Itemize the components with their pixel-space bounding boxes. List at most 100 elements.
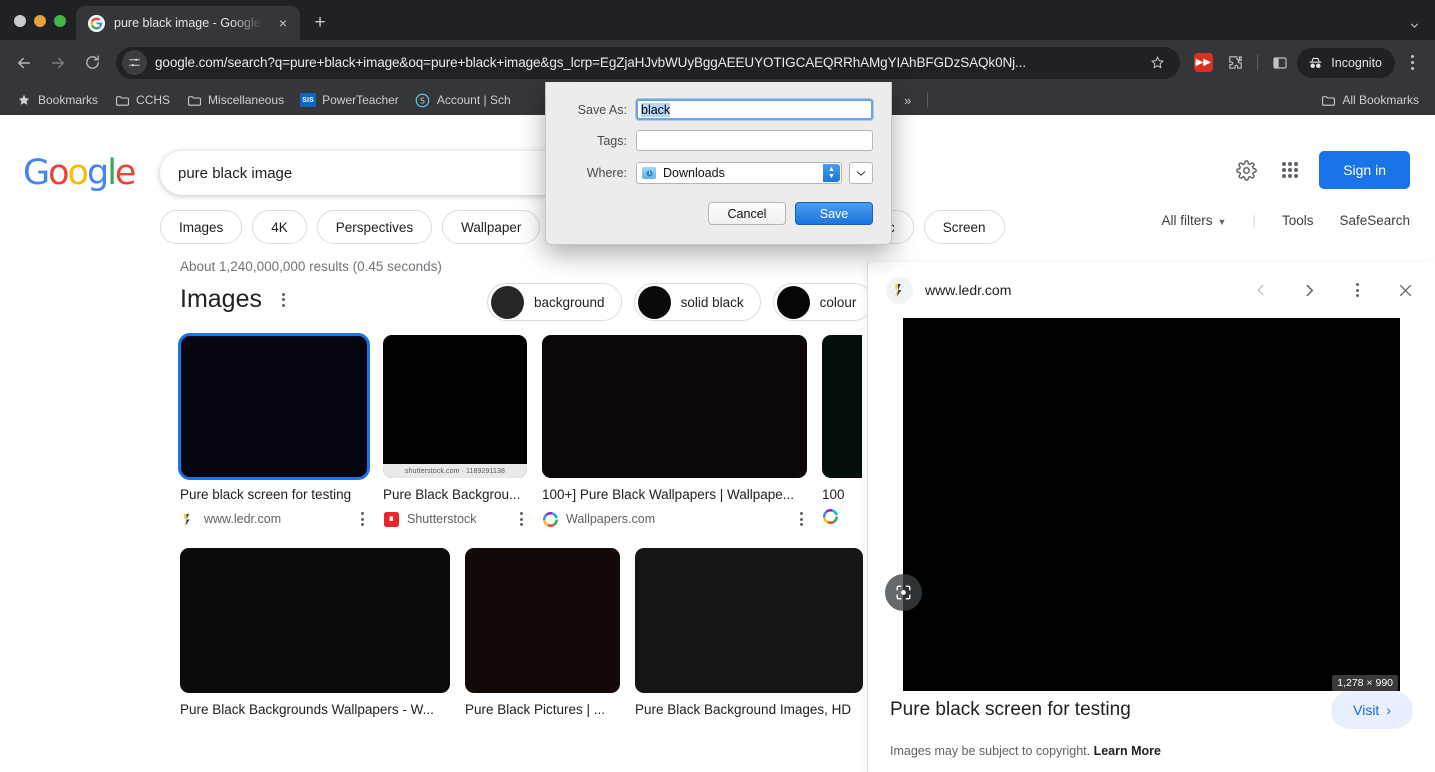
sis-badge-text: SIS xyxy=(300,93,316,107)
folder-icon xyxy=(114,92,130,108)
logo-letter: l xyxy=(107,153,115,193)
preview-menu-button[interactable] xyxy=(1339,272,1375,308)
incognito-icon xyxy=(1307,56,1324,70)
refine-label: solid black xyxy=(681,295,744,310)
gear-icon[interactable] xyxy=(1231,155,1261,185)
image-preview-panel: www.ledr.com 1,278 × 990 xyxy=(867,262,1435,772)
folder-icon xyxy=(186,92,202,108)
image-result-card[interactable]: Pure Black Pictures | ... xyxy=(465,548,620,717)
browser-tab[interactable]: pure black image - Google Se × xyxy=(76,6,300,40)
preview-image[interactable]: 1,278 × 990 xyxy=(903,318,1400,691)
bookmarks-overflow-button[interactable]: » xyxy=(896,93,919,108)
image-card-menu-icon[interactable] xyxy=(516,508,527,530)
images-section-menu-icon[interactable] xyxy=(278,289,289,311)
image-thumbnail[interactable] xyxy=(542,335,807,478)
image-result-card[interactable]: 100+] Pure Black Wallpapers | Wallpape..… xyxy=(542,335,807,530)
tags-label: Tags: xyxy=(564,134,636,148)
image-card-menu-icon[interactable] xyxy=(796,508,807,530)
shutterstock-icon xyxy=(383,511,399,527)
refine-chip-background[interactable]: background xyxy=(487,283,622,321)
maximize-window-button[interactable] xyxy=(54,15,66,27)
site-settings-icon[interactable] xyxy=(122,50,147,75)
image-result-card[interactable]: Pure Black Backgrounds Wallpapers - W... xyxy=(180,548,450,717)
three-dot-menu-icon[interactable] xyxy=(1397,48,1427,78)
preview-title: Pure black screen for testing xyxy=(890,699,1317,721)
folder-icon xyxy=(642,167,656,179)
bookmark-item-bookmarks[interactable]: Bookmarks xyxy=(8,89,106,111)
tools-button[interactable]: Tools xyxy=(1282,213,1314,228)
all-filters-label: All filters xyxy=(1161,213,1212,228)
reload-button[interactable] xyxy=(76,47,108,79)
where-select[interactable]: Downloads ▲▼ xyxy=(636,162,842,184)
image-caption: 100+] Pure Black Wallpapers | Wallpape..… xyxy=(542,487,807,502)
incognito-indicator[interactable]: Incognito xyxy=(1297,48,1395,78)
save-as-input[interactable]: black xyxy=(636,99,873,120)
all-filters-button[interactable]: All filters ▼ xyxy=(1161,213,1226,228)
browser-toolbar: google.com/search?q=pure+black+image&oq=… xyxy=(0,40,1435,85)
image-result-card[interactable]: Pure black screen for testing www.ledr.c… xyxy=(180,335,368,530)
refine-swatch xyxy=(491,286,524,319)
preview-copyright-notice: Images may be subject to copyright. Lear… xyxy=(890,744,1413,758)
logo-letter: o xyxy=(48,153,67,193)
image-result-card[interactable]: Pure Black Background Images, HD xyxy=(635,548,863,717)
preview-next-button[interactable] xyxy=(1291,272,1327,308)
save-button[interactable]: Save xyxy=(795,202,873,225)
chevron-down-icon: ▼ xyxy=(1218,217,1227,227)
image-thumbnail[interactable] xyxy=(180,548,450,693)
chevron-right-icon: › xyxy=(1386,702,1391,718)
refine-chip-solid-black[interactable]: solid black xyxy=(634,283,761,321)
sign-in-button[interactable]: Sign in xyxy=(1319,151,1410,189)
extension-red-badge: ▶▶ xyxy=(1194,53,1213,72)
image-result-card[interactable]: shutterstock.com · 1189291138 Pure Black… xyxy=(383,335,527,530)
bookmark-item-miscellaneous[interactable]: Miscellaneous xyxy=(178,89,292,111)
bookmark-item-account-schoology[interactable]: S Account | Sch xyxy=(407,89,519,111)
preview-domain: www.ledr.com xyxy=(925,282,1231,298)
save-as-value: black xyxy=(641,103,670,117)
puzzle-icon[interactable] xyxy=(1220,48,1250,78)
apps-grid-icon[interactable] xyxy=(1275,155,1305,185)
bookmark-item-cchs[interactable]: CCHS xyxy=(106,89,178,111)
tags-input[interactable] xyxy=(636,130,873,151)
new-tab-button[interactable]: + xyxy=(306,9,334,37)
learn-more-link[interactable]: Learn More xyxy=(1094,744,1161,758)
refine-swatch xyxy=(638,286,671,319)
minimize-window-button[interactable] xyxy=(34,15,46,27)
visit-button[interactable]: Visit › xyxy=(1331,691,1413,729)
star-icon[interactable] xyxy=(1150,55,1170,70)
side-panel-icon[interactable] xyxy=(1265,48,1295,78)
back-button[interactable] xyxy=(8,47,40,79)
preview-dimensions: 1,278 × 990 xyxy=(1332,675,1398,691)
image-thumbnail[interactable]: shutterstock.com · 1189291138 xyxy=(383,335,527,478)
bookmark-item-powerteacher[interactable]: SIS PowerTeacher xyxy=(292,89,407,111)
where-stepper-icon[interactable]: ▲▼ xyxy=(823,164,840,182)
bookmark-label: Miscellaneous xyxy=(208,93,284,107)
logo-letter: G xyxy=(23,153,48,193)
image-source-row: Shutterstock xyxy=(383,508,527,530)
preview-prev-button[interactable] xyxy=(1243,272,1279,308)
refine-chip-colour[interactable]: colour xyxy=(773,283,874,321)
expand-dialog-button[interactable] xyxy=(849,162,873,184)
google-logo[interactable]: Google xyxy=(23,153,134,193)
image-result-card[interactable]: 100 xyxy=(822,335,862,524)
extension-red-icon[interactable]: ▶▶ xyxy=(1188,48,1218,78)
sis-badge-icon: SIS xyxy=(300,92,316,108)
wallpapers-icon xyxy=(542,511,558,527)
preview-close-button[interactable] xyxy=(1387,272,1423,308)
images-section-header: Images xyxy=(180,285,289,314)
all-bookmarks-button[interactable]: All Bookmarks xyxy=(1312,89,1427,111)
cancel-button[interactable]: Cancel xyxy=(708,202,786,225)
image-thumbnail[interactable] xyxy=(180,335,368,478)
close-tab-button[interactable]: × xyxy=(274,14,292,32)
google-lens-icon[interactable] xyxy=(885,574,922,611)
safesearch-button[interactable]: SafeSearch xyxy=(1339,213,1410,228)
tab-search-icon[interactable] xyxy=(1408,19,1435,40)
image-thumbnail[interactable] xyxy=(635,548,863,693)
close-window-button[interactable] xyxy=(14,15,26,27)
search-query-text: pure black image xyxy=(178,165,292,182)
image-thumbnail[interactable] xyxy=(465,548,620,693)
image-thumbnail[interactable] xyxy=(822,335,862,478)
image-caption: Pure Black Pictures | ... xyxy=(465,702,620,717)
image-card-menu-icon[interactable] xyxy=(357,508,368,530)
address-bar[interactable]: google.com/search?q=pure+black+image&oq=… xyxy=(116,47,1180,79)
forward-button[interactable] xyxy=(42,47,74,79)
